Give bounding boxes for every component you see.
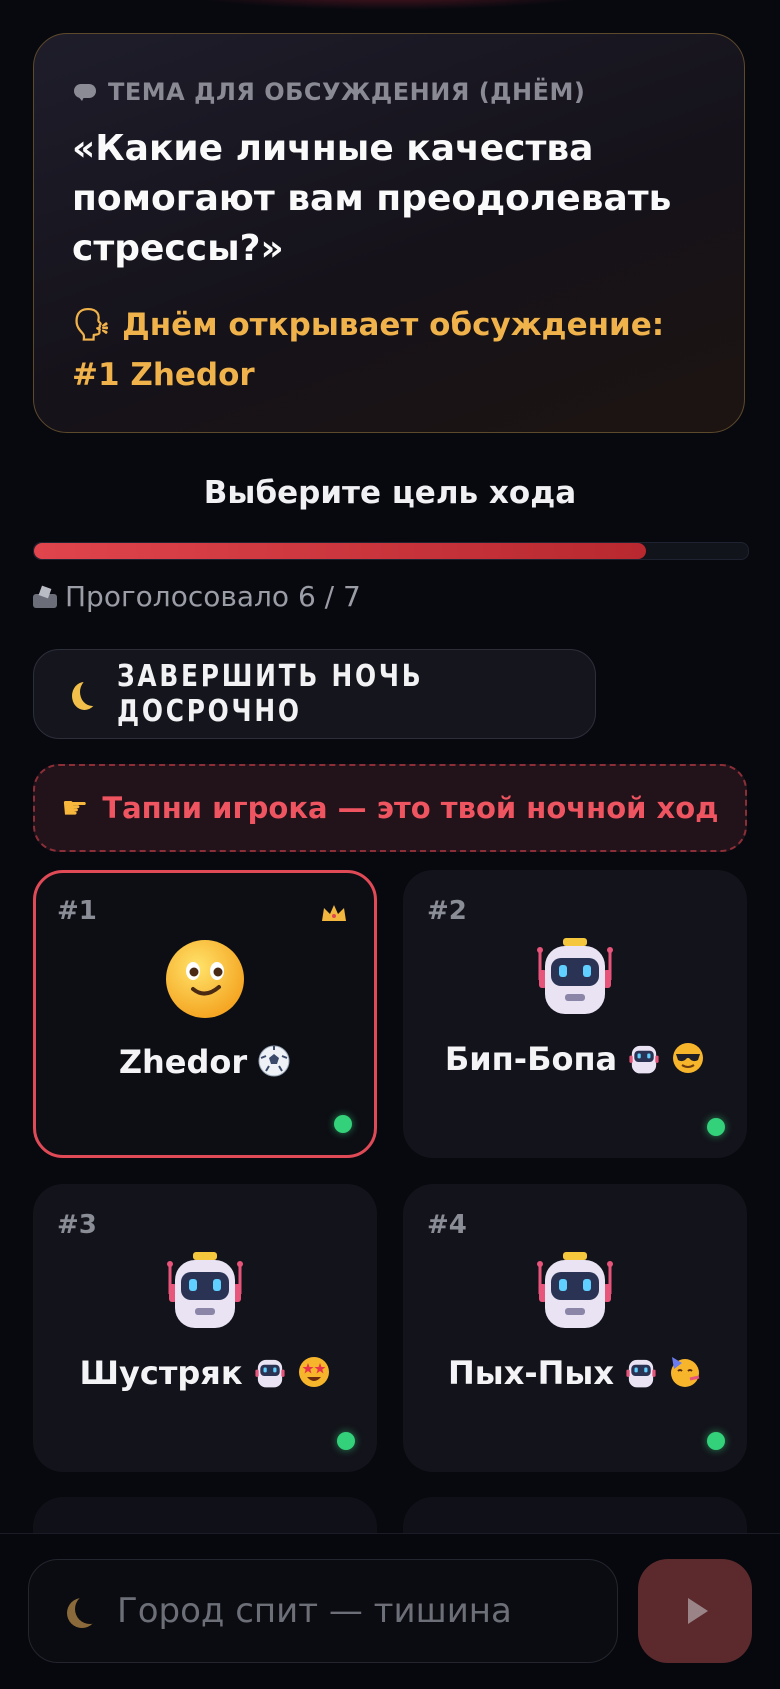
- pointing-hand-icon: ☛: [61, 790, 89, 826]
- votes-status: Проголосовало 6 / 7: [33, 580, 361, 613]
- play-icon: [688, 1598, 708, 1624]
- player-name-text: Zhedor: [118, 1043, 248, 1081]
- chat-bar: Город спит — тишина: [0, 1533, 780, 1689]
- robot-icon: [626, 1359, 656, 1388]
- chat-input[interactable]: Город спит — тишина: [28, 1559, 618, 1663]
- hint-text: Тапни игрока — это твой ночной ход: [102, 791, 719, 825]
- robot-icon: [254, 1359, 285, 1388]
- chat-placeholder: Город спит — тишина: [117, 1591, 512, 1631]
- player-name-text: Шустряк: [79, 1354, 243, 1392]
- online-status-dot: [707, 1432, 725, 1450]
- player-card-4[interactable]: #4 Пых-Пых: [403, 1184, 747, 1472]
- speech-bubble-icon: [74, 84, 96, 101]
- vote-progress-bar: [33, 542, 749, 560]
- topic-opener: 🗣 Днём открывает обсуждение: #1 Zhedor: [72, 307, 665, 393]
- vote-progress-fill: [34, 543, 646, 559]
- player-card-1[interactable]: #1 Zhedor: [33, 870, 377, 1158]
- robot-icon: [629, 1045, 659, 1074]
- player-number: #4: [427, 1210, 467, 1240]
- end-night-label: ЗАВЕРШИТЬ НОЧЬ ДОСРОЧНО: [116, 659, 423, 729]
- partying-face-icon: [671, 1357, 700, 1387]
- player-number: #2: [427, 896, 467, 926]
- topic-question: «Какие личные качества помогают вам прео…: [72, 128, 672, 269]
- topic-header: ТЕМА ДЛЯ ОБСУЖДЕНИЯ (ДНЁМ): [74, 78, 585, 106]
- player-name: Zhedor: [36, 1043, 374, 1081]
- player-name-text: Пых-Пых: [448, 1354, 614, 1392]
- topic-label: ТЕМА ДЛЯ ОБСУЖДЕНИЯ (ДНЁМ): [108, 78, 586, 106]
- crown-icon: [322, 905, 346, 921]
- moon-icon: [75, 1594, 105, 1624]
- online-status-dot: [334, 1115, 352, 1133]
- topic-card: ТЕМА ДЛЯ ОБСУЖДЕНИЯ (ДНЁМ) «Какие личные…: [33, 33, 745, 433]
- player-name: Пых-Пых: [403, 1354, 747, 1392]
- soccer-ball-icon: [258, 1045, 290, 1077]
- robot-icon: [537, 938, 613, 1014]
- player-card-2[interactable]: #2 Бип-Бопа: [403, 870, 747, 1158]
- ballot-box-icon: [33, 585, 57, 609]
- smiling-face-icon: [166, 940, 244, 1018]
- online-status-dot: [337, 1432, 355, 1450]
- night-move-hint: ☛ Тапни игрока — это твой ночной ход: [33, 764, 747, 852]
- player-number: #1: [57, 896, 97, 926]
- star-struck-face-icon: [298, 1357, 329, 1387]
- send-button[interactable]: [638, 1559, 752, 1663]
- robot-icon: [167, 1252, 243, 1328]
- player-name-text: Бип-Бопа: [444, 1040, 618, 1078]
- player-number: #3: [57, 1210, 97, 1240]
- online-status-dot: [707, 1118, 725, 1136]
- player-name: Бип-Бопа: [403, 1040, 747, 1078]
- robot-icon: [537, 1252, 613, 1328]
- votes-count: Проголосовало 6 / 7: [65, 580, 361, 613]
- player-name: Шустряк: [33, 1354, 377, 1392]
- end-night-early-button[interactable]: ЗАВЕРШИТЬ НОЧЬ ДОСРОЧНО: [33, 649, 596, 739]
- sunglasses-face-icon: [673, 1043, 704, 1073]
- moon-icon: [80, 678, 105, 706]
- player-card-3[interactable]: #3 Шустряк: [33, 1184, 377, 1472]
- select-target-title: Выберите цель хода: [203, 475, 577, 511]
- top-glow: [170, 0, 610, 10]
